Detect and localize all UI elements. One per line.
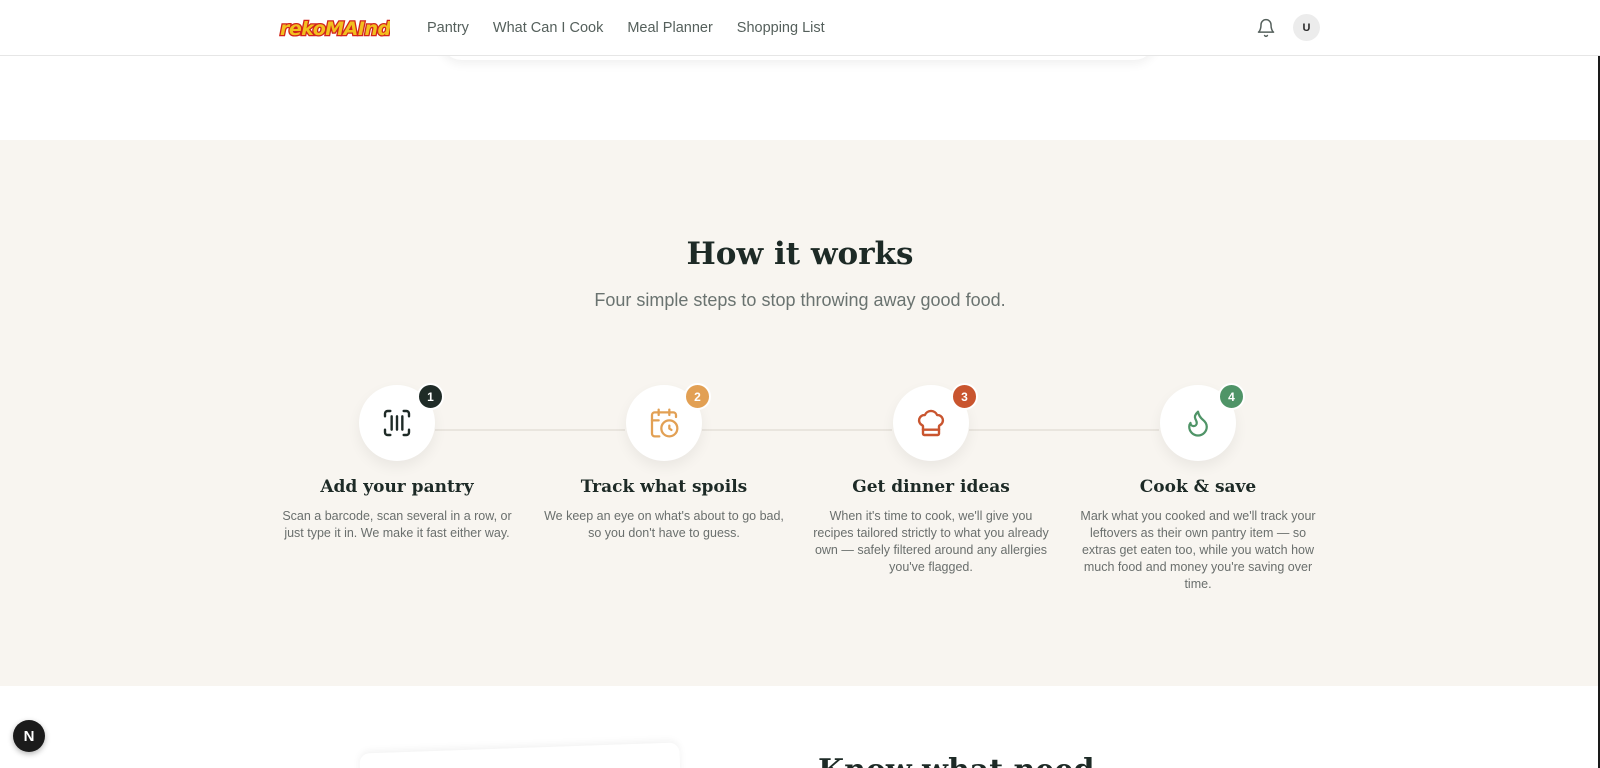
step-connector — [969, 429, 1159, 431]
step-number-badge: 2 — [684, 383, 711, 410]
logo[interactable]: rekoMAInda — [278, 13, 390, 43]
how-it-works-title: How it works — [686, 236, 914, 272]
nav-link-what-can-i-cook[interactable]: What Can I Cook — [493, 20, 603, 36]
step-title: Add your pantry — [320, 477, 474, 497]
next-section-card — [359, 742, 681, 768]
nav-link-shopping-list[interactable]: Shopping List — [737, 20, 825, 36]
barcode-scan-icon — [383, 409, 411, 437]
step-description: When it's time to cook, we'll give you r… — [813, 509, 1049, 574]
step-description: Mark what you cooked and we'll track you… — [1080, 509, 1316, 591]
user-avatar[interactable]: U — [1293, 14, 1320, 41]
step-number-badge: 3 — [951, 383, 978, 410]
chef-hat-icon — [917, 409, 945, 437]
how-it-works-subtitle: Four simple steps to stop throwing away … — [594, 290, 1006, 310]
step-connector — [435, 429, 625, 431]
step-number-badge: 4 — [1218, 383, 1245, 410]
step-description: We keep an eye on what's about to go bad… — [544, 509, 784, 540]
step-title: Cook & save — [1139, 477, 1257, 497]
step-description: Scan a barcode, scan several in a row, o… — [282, 509, 512, 540]
step-title: Get dinner ideas — [852, 477, 1010, 497]
nav-links: Pantry What Can I Cook Meal Planner Shop… — [427, 0, 825, 56]
nav-link-meal-planner[interactable]: Meal Planner — [627, 20, 712, 36]
dev-tools-badge[interactable]: N — [13, 720, 45, 752]
step-number-badge: 1 — [417, 383, 444, 410]
how-it-works-section: How it works Four simple steps to stop t… — [0, 140, 1600, 686]
calendar-clock-icon — [650, 408, 679, 438]
bell-icon[interactable] — [1256, 18, 1276, 38]
step-connector — [702, 429, 892, 431]
svg-text:rekoMAInda: rekoMAInda — [280, 18, 390, 40]
top-navigation: rekoMAInda Pantry What Can I Cook Meal P… — [0, 0, 1600, 56]
logo-wordmark: rekoMAInda — [279, 17, 390, 42]
flame-icon — [1188, 410, 1208, 437]
nav-link-pantry[interactable]: Pantry — [427, 20, 469, 36]
next-section-heading: Know what need — [818, 753, 1095, 768]
step-title: Track what spoils — [580, 477, 748, 497]
